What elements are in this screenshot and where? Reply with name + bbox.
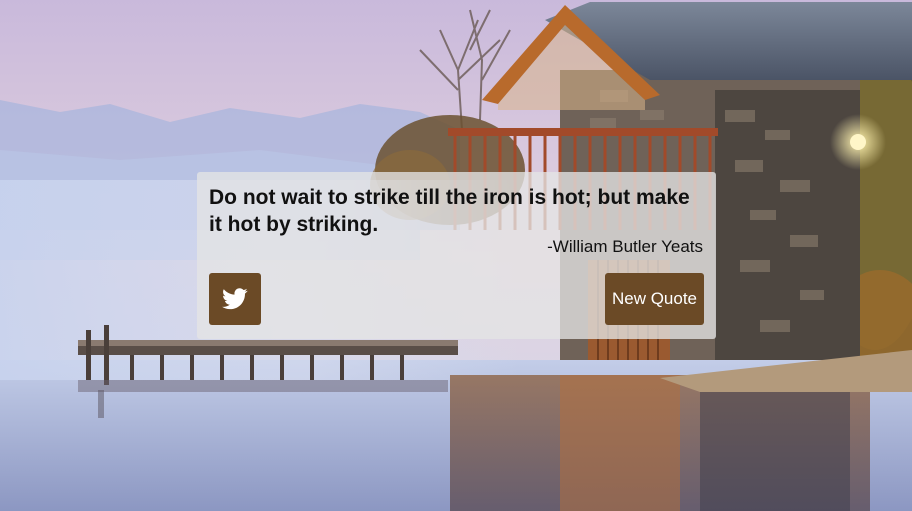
quote-author: -William Butler Yeats [547, 237, 703, 256]
tweet-quote-button[interactable] [209, 273, 261, 325]
twitter-bird-icon [222, 288, 248, 310]
new-quote-button[interactable]: New Quote [605, 273, 704, 325]
quote-card: Do not wait to strike till the iron is h… [197, 172, 716, 339]
quote-text: Do not wait to strike till the iron is h… [209, 186, 690, 236]
